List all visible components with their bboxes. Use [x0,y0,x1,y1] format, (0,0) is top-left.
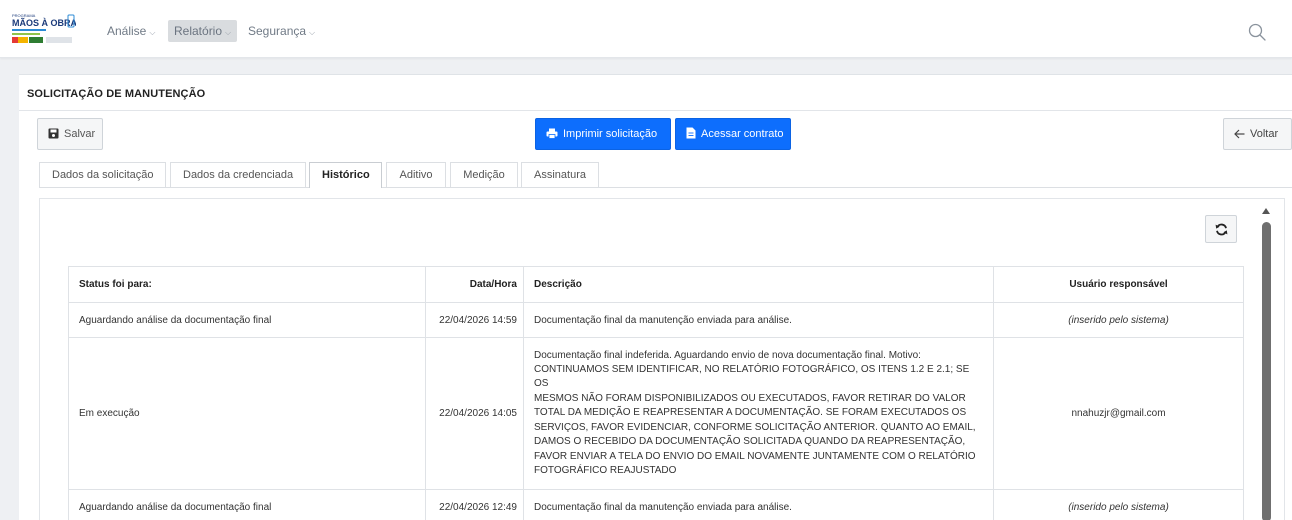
page-title: SOLICITAÇÃO DE MANUTENÇÃO [27,88,206,100]
description-line: MESMOS NÃO FORAM DISPONIBILIZADOS OU EXE… [534,392,966,404]
tab-assinatura[interactable]: Assinatura [521,162,599,187]
top-navbar: PROGRAMA MÃOS À OBRA! Análise ⌵ Relatório… [0,0,1292,58]
chevron-down-icon: ⌵ [309,28,316,37]
row-user: (inserido pelo sistema) [993,489,1244,520]
description-line: Documentação final indeferida. Aguardand… [534,349,921,361]
row-status: Aguardando análise da documentação final [68,489,426,520]
scrollbar-thumb[interactable] [1262,222,1271,520]
table-header-row: Status foi para: Data/Hora Descrição Usu… [68,266,1244,303]
row-user: nnahuzjr@gmail.com [993,337,1244,490]
column-header-user: Usuário responsável [993,266,1244,303]
access-contract-button[interactable]: Acessar contrato [675,118,791,150]
row-datetime: 22/04/2026 14:59 [425,302,524,338]
tabs-baseline [39,187,1292,188]
tab-dados-solicitacao[interactable]: Dados da solicitação [39,162,166,187]
tab-medicao[interactable]: Medição [450,162,518,187]
arrow-left-icon [1234,129,1245,139]
row-datetime: 22/04/2026 12:49 [425,489,524,520]
description-line: FOTOGRÁFICO REAJUSTADO [534,464,677,476]
nav-menu-relatorio-label: Relatório [174,24,223,38]
row-user: (inserido pelo sistema) [993,302,1244,338]
column-header-description: Descrição [523,266,994,303]
table-row: Em execução 22/04/2026 14:05 Documentaçã… [68,337,1244,490]
column-header-status: Status foi para: [68,266,426,303]
history-table: Status foi para: Data/Hora Descrição Usu… [68,266,1244,520]
row-status: Aguardando análise da documentação final [68,302,426,338]
maos-a-obra-logo[interactable]: PROGRAMA MÃOS À OBRA! [10,10,76,48]
row-description: Documentação final da manutenção enviada… [523,489,994,520]
tab-dados-credenciada[interactable]: Dados da credenciada [170,162,306,187]
description-line: DAMOS O RECEBIDO DA DOCUMENTAÇÃO SOLICIT… [534,436,966,448]
row-status: Em execução [68,337,426,490]
tab-historico[interactable]: Histórico [309,162,382,188]
back-button[interactable]: Voltar [1223,118,1292,150]
row-description: Documentação final indeferida. Aguardand… [523,337,994,490]
back-button-label: Voltar [1250,128,1279,140]
table-row: Aguardando análise da documentação final… [68,489,1244,520]
save-button[interactable]: Salvar [37,118,103,150]
description-line: TOTAL DA MEDIÇÃO E REAPRESENTAR A DOCUME… [534,407,967,419]
title-divider [19,110,1292,111]
floppy-disk-icon [48,128,59,139]
refresh-button[interactable] [1205,215,1237,243]
nav-menu-analise[interactable]: Análise ⌵ [101,20,161,42]
description-line: SERVIÇOS, FAVOR EVIDENCIAR, CONFORME SOL… [534,421,976,433]
row-description: Documentação final da manutenção enviada… [523,302,994,338]
document-icon [686,127,696,139]
printer-icon [546,128,558,139]
description-line: CONTINUAMOS SEM IDENTIFICAR, NO RELATÓRI… [534,364,970,390]
nav-menu-analise-label: Análise [107,24,147,38]
refresh-icon [1215,223,1228,236]
scroll-up-arrow-icon[interactable] [1261,207,1271,215]
search-icon[interactable] [1247,22,1267,42]
chevron-down-icon: ⌵ [149,28,156,37]
row-datetime: 22/04/2026 14:05 [425,337,524,490]
logo-text: MÃOS À OBRA! [12,18,76,28]
nav-menu-seguranca-label: Segurança [248,24,307,38]
save-button-label: Salvar [64,128,96,140]
description-line: FAVOR ENVIAR A TELA DO ENVIO DO EMAIL NO… [534,450,976,462]
chevron-down-icon: ⌵ [225,28,232,37]
access-contract-label: Acessar contrato [701,128,784,140]
print-request-button[interactable]: Imprimir solicitação [535,118,671,150]
nav-menu-relatorio[interactable]: Relatório ⌵ [168,20,238,42]
table-row: Aguardando análise da documentação final… [68,302,1244,338]
column-header-datetime: Data/Hora [425,266,524,303]
nav-menu-seguranca[interactable]: Segurança ⌵ [242,20,321,42]
tab-aditivo[interactable]: Aditivo [386,162,446,187]
print-request-label: Imprimir solicitação [563,128,658,140]
